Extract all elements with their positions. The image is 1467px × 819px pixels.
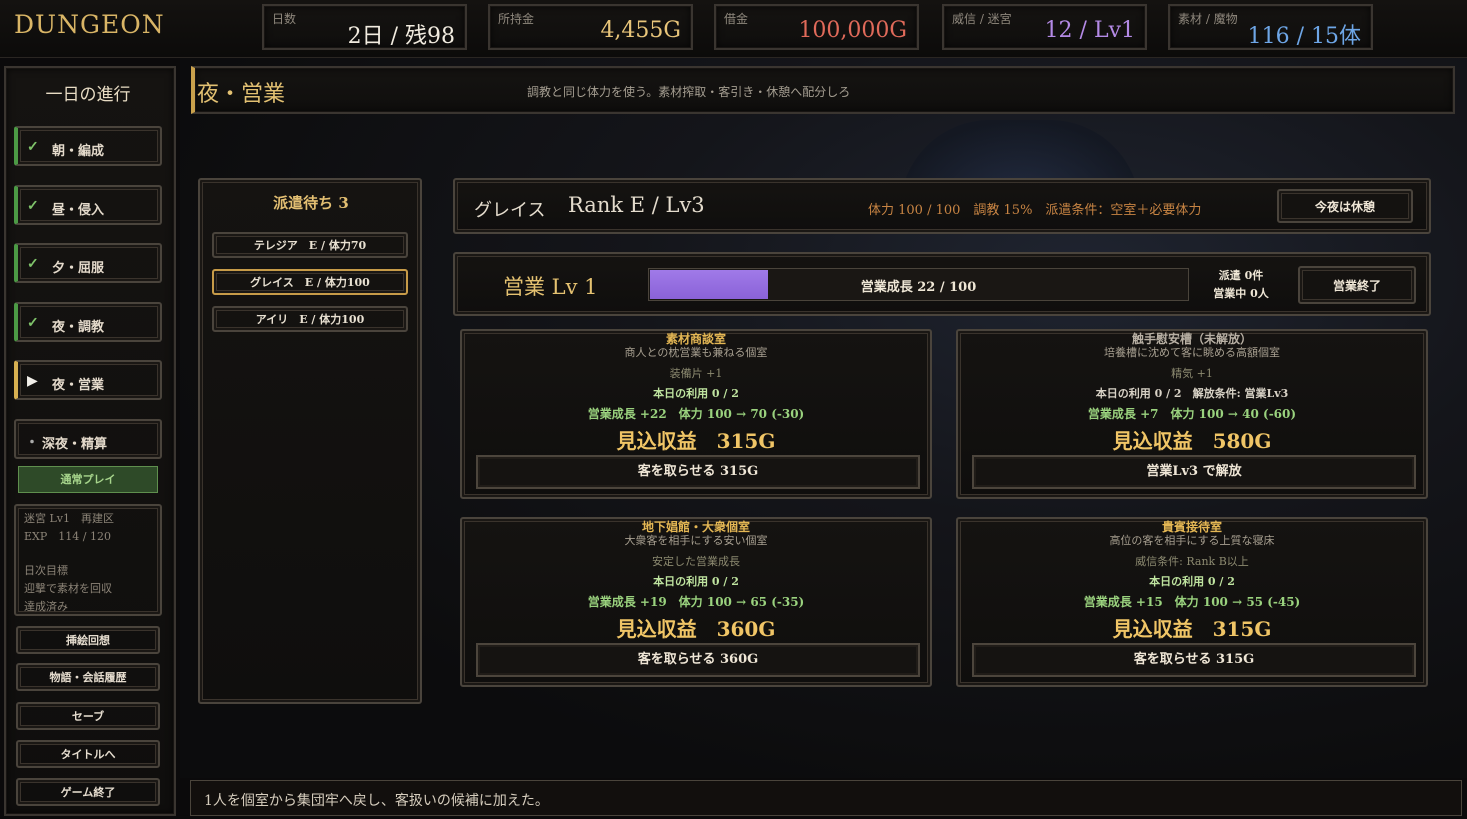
phase-subtitle: 調教と同じ体力を使う。素材搾取・客引き・休憩へ配分しろ: [527, 85, 851, 99]
stat-label: 借金: [724, 12, 749, 26]
room-usage: 本日の利用 0 / 2 解放条件: 営業Lv3: [1095, 387, 1289, 400]
message-log-text: 1人を個室から集団牢へ戻し、客扱いの候補に加えた。: [204, 793, 549, 809]
room-reward: 精気 +1: [1171, 367, 1213, 380]
unlock-requirement-button[interactable]: 営業Lv3 で解放: [972, 455, 1416, 489]
take-customer-button[interactable]: 客を取らせる 315G: [476, 455, 920, 489]
room-reward: 安定した営業成長: [652, 555, 740, 568]
character-rank: Rank E / Lv3: [568, 193, 705, 217]
room-description: 培養槽に沈めて客に眺める高額個室: [1104, 346, 1280, 359]
stat-label: 所持金: [498, 12, 535, 26]
dungeon-info-box: 迷宮 Lv1 再建区 EXP 114 / 120 日次目標 迎撃で素材を回収 達…: [14, 504, 162, 616]
dispatch-count: 派遣 0件 営業中 0人: [1196, 267, 1286, 303]
room-growth: 営業成長 +7 体力 100 → 40 (-60): [1087, 407, 1297, 421]
step-label: 夕・屈服: [52, 261, 105, 276]
gallery-button[interactable]: 挿絵回想: [16, 626, 160, 654]
room-growth: 営業成長 +19 体力 100 → 65 (-35): [587, 595, 805, 609]
stat-label: 威信 / 迷宮: [952, 12, 1012, 26]
business-level: 営業 Lv 1: [503, 275, 598, 299]
step-label: 夜・営業: [52, 378, 105, 393]
check-icon: ✓: [27, 198, 39, 214]
title-button[interactable]: タイトルへ: [16, 740, 160, 768]
queue-item[interactable]: テレジア E / 体力70: [212, 232, 408, 258]
rest-tonight-button[interactable]: 今夜は休憩: [1277, 189, 1413, 223]
step-late-night[interactable]: ・ 深夜・精算: [14, 419, 162, 459]
daily-goal-heading: 日次目標: [24, 564, 68, 577]
room-description: 大衆客を相手にする安い個室: [624, 534, 768, 547]
room-card-vip-reception: 貴賓接待室 高位の客を相手にする上質な寝床 威信条件: Rank B以上 本日の…: [956, 517, 1428, 687]
character-stats: 体力 100 / 100 調教 15% 派遣条件：空室＋必要体力: [868, 203, 1202, 218]
room-card-tentacle-tank: 触手慰安槽（未解放） 培養槽に沈めて客に眺める高額個室 精気 +1 本日の利用 …: [956, 329, 1428, 499]
phase-title: 夜・営業: [197, 82, 286, 107]
stat-value: 4,455G: [600, 18, 681, 43]
stat-prestige-dungeon: 威信 / 迷宮 12 / Lv1: [942, 4, 1147, 50]
stat-label: 素材 / 魔物: [1178, 12, 1238, 26]
check-icon: ✓: [27, 139, 39, 155]
step-label: 朝・編成: [52, 144, 105, 159]
step-evening[interactable]: ✓ 夕・屈服: [14, 243, 162, 283]
dispatch-count-text: 派遣 0件: [1218, 269, 1264, 282]
save-button[interactable]: セーブ: [16, 702, 160, 730]
end-business-button[interactable]: 営業終了: [1298, 266, 1416, 304]
room-description: 商人との枕営業も兼ねる個室: [624, 346, 768, 359]
game-title: DUNGEON: [14, 10, 165, 39]
stat-value: 100,000G: [798, 18, 907, 43]
step-morning[interactable]: ✓ 朝・編成: [14, 126, 162, 166]
check-icon: ✓: [27, 256, 39, 272]
step-label: 昼・侵入: [52, 203, 105, 218]
room-revenue: 見込収益 315G: [616, 429, 776, 453]
quit-game-button[interactable]: ゲーム終了: [16, 778, 160, 806]
business-progress-text: 営業成長 22 / 100: [860, 280, 977, 295]
take-customer-button[interactable]: 客を取らせる 315G: [972, 643, 1416, 677]
room-growth: 営業成長 +22 体力 100 → 70 (-30): [587, 407, 805, 421]
step-noon[interactable]: ✓ 昼・侵入: [14, 185, 162, 225]
room-revenue: 見込収益 360G: [616, 617, 776, 641]
take-customer-button[interactable]: 客を取らせる 360G: [476, 643, 920, 677]
daily-goal-status: 達成済み: [24, 600, 68, 613]
play-icon: ▶: [27, 373, 38, 389]
exp-text: EXP 114 / 120: [24, 530, 111, 543]
daily-goal-text: 迎撃で素材を回収: [24, 582, 112, 595]
stat-value: 116 / 15体: [1247, 24, 1361, 49]
room-reward: 威信条件: Rank B以上: [1135, 555, 1249, 568]
room-revenue: 見込収益 580G: [1112, 429, 1272, 453]
room-revenue: 見込収益 315G: [1112, 617, 1272, 641]
queue-item[interactable]: アイリ E / 体力100: [212, 306, 408, 332]
step-night-training[interactable]: ✓ 夜・調教: [14, 302, 162, 342]
stat-days: 日数 2日 / 残98: [262, 4, 467, 50]
room-usage: 本日の利用 0 / 2: [653, 387, 739, 400]
room-usage: 本日の利用 0 / 2: [1149, 575, 1235, 588]
stat-value: 12 / Lv1: [1044, 18, 1135, 43]
step-label: 夜・調教: [52, 320, 105, 335]
dungeon-level-text: 迷宮 Lv1 再建区: [24, 512, 115, 525]
stat-value: 2日 / 残98: [347, 24, 455, 49]
room-reward: 装備片 +1: [669, 367, 723, 380]
room-card-material-negotiation: 素材商談室 商人との枕営業も兼ねる個室 装備片 +1 本日の利用 0 / 2 営…: [460, 329, 932, 499]
story-log-button[interactable]: 物語・会話履歴: [16, 663, 160, 691]
working-count-text: 営業中 0人: [1213, 287, 1269, 300]
stat-materials-monsters: 素材 / 魔物 116 / 15体: [1168, 4, 1373, 50]
stat-money: 所持金 4,455G: [488, 4, 693, 50]
stat-debt: 借金 100,000G: [714, 4, 919, 50]
sidebar-heading: 一日の進行: [45, 85, 131, 105]
room-description: 高位の客を相手にする上質な寝床: [1109, 534, 1275, 547]
check-icon: ✓: [27, 315, 39, 331]
room-growth: 営業成長 +15 体力 100 → 55 (-45): [1083, 595, 1301, 609]
stat-label: 日数: [272, 12, 297, 26]
play-mode-button[interactable]: 通常プレイ: [18, 466, 158, 493]
room-card-public-brothel: 地下娼館・大衆個室 大衆客を相手にする安い個室 安定した営業成長 本日の利用 0…: [460, 517, 932, 687]
room-usage: 本日の利用 0 / 2: [653, 575, 739, 588]
queue-item-selected[interactable]: グレイス E / 体力100: [212, 269, 408, 295]
bullet-icon: ・: [25, 435, 39, 451]
queue-title: 派遣待ち 3: [273, 194, 349, 212]
character-name: グレイス: [474, 200, 546, 221]
step-night-business[interactable]: ▶ 夜・営業: [14, 360, 162, 400]
step-label: 深夜・精算: [42, 437, 108, 452]
